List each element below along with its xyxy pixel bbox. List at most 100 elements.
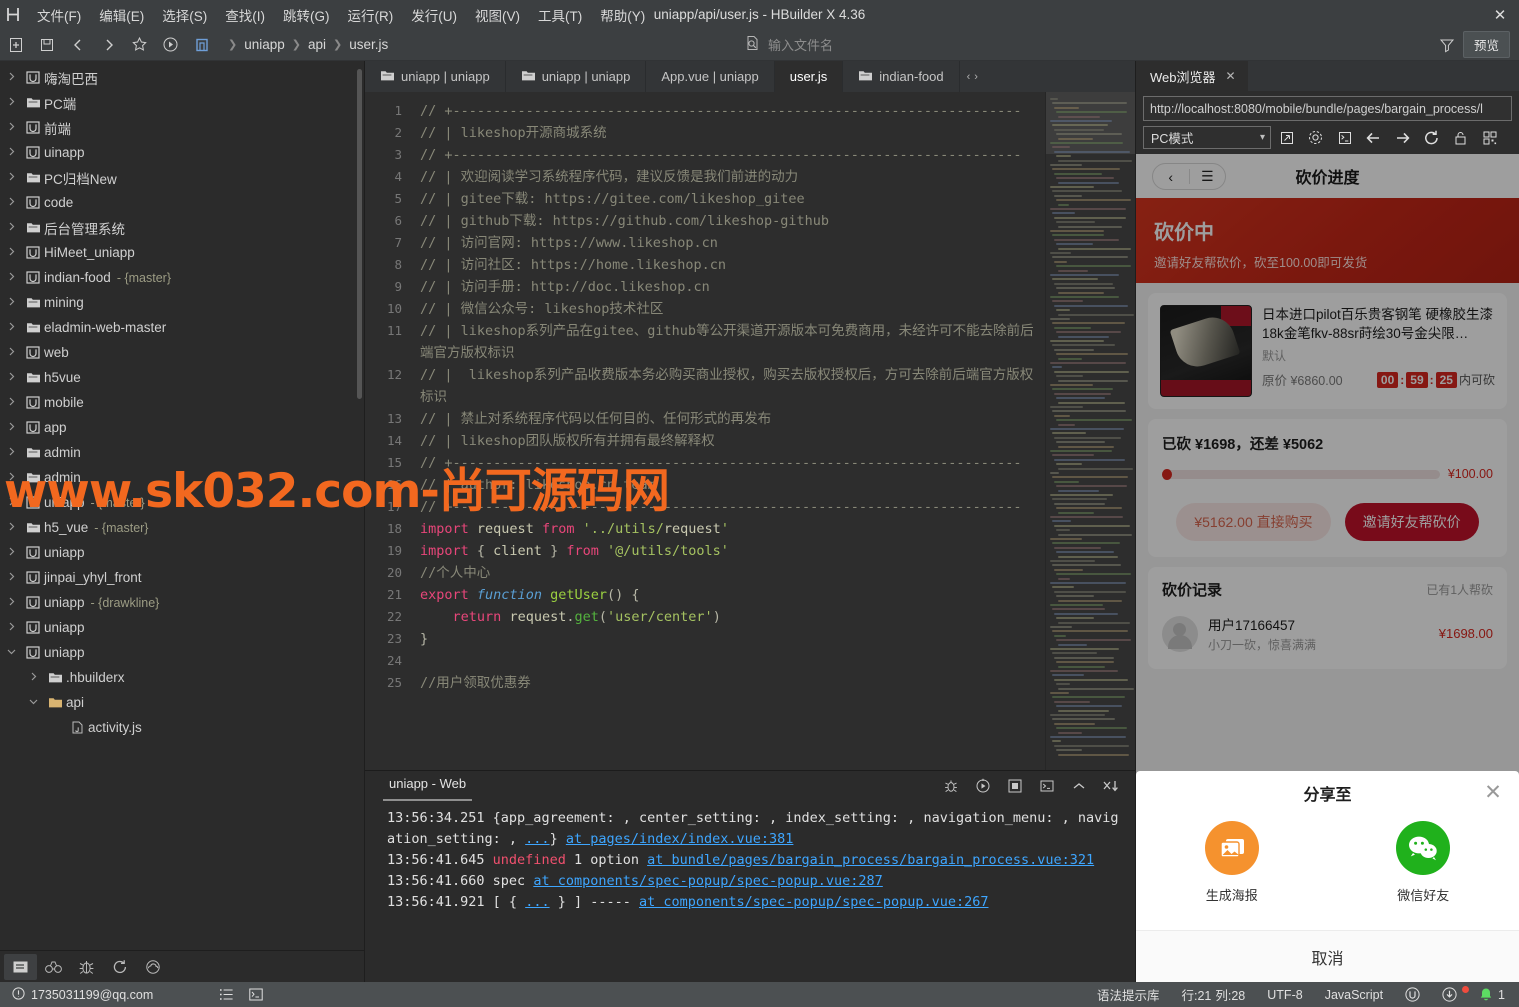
code-minimap[interactable] <box>1045 92 1135 770</box>
chevron-right-icon[interactable] <box>0 247 22 259</box>
tree-item[interactable]: eladmin-web-master <box>0 315 364 340</box>
tab-prev-icon[interactable]: ‹ <box>967 71 971 83</box>
menu-item-tools[interactable]: 工具(T) <box>529 1 591 29</box>
qrcode-icon[interactable] <box>1476 125 1503 150</box>
file-search[interactable]: 输入文件名 <box>745 31 1135 58</box>
bug-icon[interactable] <box>70 954 103 980</box>
minimap-viewport[interactable] <box>1046 92 1135 154</box>
save-icon[interactable] <box>31 30 62 60</box>
tree-item[interactable]: h5vue <box>0 365 364 390</box>
tree-item[interactable]: PC端 <box>0 90 364 115</box>
reload-icon[interactable] <box>1418 125 1445 150</box>
uni-icon[interactable] <box>1394 987 1431 1002</box>
language-mode[interactable]: JavaScript <box>1314 988 1394 1002</box>
chevron-right-icon[interactable] <box>0 597 22 609</box>
notification-bell[interactable]: 1 <box>1468 987 1509 1002</box>
editor-tab[interactable]: uniapp | uniapp <box>365 61 506 92</box>
run-icon[interactable] <box>155 30 186 60</box>
tree-item[interactable]: admin <box>0 440 364 465</box>
tree-item[interactable]: uniapp <box>0 640 364 665</box>
close-icon[interactable]: ✕ <box>1226 69 1236 83</box>
tab-scroll-controls[interactable]: ‹ › <box>960 61 985 92</box>
chevron-right-icon[interactable] <box>0 197 22 209</box>
console-link[interactable]: ... <box>525 894 549 910</box>
chevron-right-icon[interactable] <box>0 497 22 509</box>
back-icon[interactable] <box>62 30 93 60</box>
filter-icon[interactable] <box>1432 30 1463 60</box>
tree-item[interactable]: api <box>0 690 364 715</box>
tree-item[interactable]: admin <box>0 465 364 490</box>
clear-icon[interactable] <box>1097 773 1125 799</box>
breadcrumb-item-2[interactable]: user.js <box>349 37 388 52</box>
account-status[interactable]: 1735031199@qq.com <box>12 986 163 1003</box>
project-manager-icon[interactable] <box>4 953 37 980</box>
tree-item[interactable]: app <box>0 415 364 440</box>
forward-icon[interactable] <box>93 30 124 60</box>
share-option-poster[interactable]: 生成海报 <box>1136 821 1328 904</box>
code-editor[interactable]: 1 2 3 4 5 6 7 8 9 10 11 12 13 14 15 16 17 18 19 20 21 22 23 24 2… <box>365 92 1135 770</box>
collapse-icon[interactable] <box>1065 773 1093 799</box>
chevron-right-icon[interactable] <box>0 372 22 384</box>
editor-tab[interactable]: uniapp | uniapp <box>506 61 647 92</box>
sidebar-scrollbar[interactable] <box>357 69 362 399</box>
chevron-right-icon[interactable] <box>0 522 22 534</box>
close-button[interactable]: ✕ <box>1481 0 1519 29</box>
back-icon[interactable] <box>1360 125 1387 150</box>
mobile-preview[interactable]: ‹ ☰ 砍价进度 砍价中 邀请好友帮砍价，砍至100.00即可发货 日本进口pi… <box>1136 154 1519 982</box>
menu-bar[interactable]: 文件(F) 编辑(E) 选择(S) 查找(I) 跳转(G) 运行(R) 发行(U… <box>28 1 654 29</box>
tree-item[interactable]: uniapp <box>0 540 364 565</box>
console-link[interactable]: ... <box>525 831 549 847</box>
menu-item-publish[interactable]: 发行(U) <box>402 1 466 29</box>
browser-tab[interactable]: Web浏览器 ✕ <box>1136 61 1248 91</box>
console-icon[interactable] <box>1331 125 1358 150</box>
share-option-wechat[interactable]: 微信好友 <box>1328 821 1519 904</box>
open-external-icon[interactable] <box>1273 125 1300 150</box>
menu-item-edit[interactable]: 编辑(E) <box>90 1 153 29</box>
bug-icon[interactable] <box>937 773 965 799</box>
tree-item[interactable]: web <box>0 340 364 365</box>
cursor-column[interactable]: 列:28 <box>1213 985 1256 1004</box>
url-input[interactable]: http://localhost:8080/mobile/bundle/page… <box>1143 96 1512 121</box>
chevron-right-icon[interactable] <box>0 397 22 409</box>
tree-item[interactable]: .hbuilderx <box>0 665 364 690</box>
console-toolbar[interactable] <box>937 773 1125 799</box>
menu-item-select[interactable]: 选择(S) <box>153 1 216 29</box>
tree-item[interactable]: uniapp - {drawkline} <box>0 590 364 615</box>
chevron-right-icon[interactable] <box>0 172 22 184</box>
menu-item-view[interactable]: 视图(V) <box>466 1 529 29</box>
outline-icon[interactable] <box>211 982 241 1007</box>
tree-item[interactable]: mining <box>0 290 364 315</box>
code-content[interactable]: // +------------------------------------… <box>410 92 1045 770</box>
tree-item[interactable]: mobile <box>0 390 364 415</box>
favorite-star-icon[interactable] <box>124 30 155 60</box>
settings-icon[interactable] <box>1302 125 1329 150</box>
terminal-icon[interactable] <box>1033 773 1061 799</box>
tab-next-icon[interactable]: › <box>974 71 978 83</box>
console-link[interactable]: at bundle/pages/bargain_process/bargain_… <box>647 852 1094 868</box>
forward-icon[interactable] <box>1389 125 1416 150</box>
tree-item[interactable]: uinapp <box>0 140 364 165</box>
tree-item[interactable]: 后台管理系统 <box>0 215 364 240</box>
chevron-right-icon[interactable] <box>0 622 22 634</box>
chevron-right-icon[interactable] <box>0 72 22 84</box>
browser-tab-bar[interactable]: Web浏览器 ✕ <box>1136 61 1519 91</box>
console-tabs[interactable]: uniapp - Web <box>365 771 1135 803</box>
project-tree[interactable]: 嗨淘巴西 PC端 前端 uinapp PC归档New code 后台管理系统 HiMeet_u… <box>0 61 364 740</box>
chevron-right-icon[interactable] <box>0 347 22 359</box>
editor-tab[interactable]: user.js <box>774 61 844 92</box>
chevron-down-icon[interactable] <box>0 647 22 659</box>
menu-item-goto[interactable]: 跳转(G) <box>274 1 339 29</box>
console-link[interactable]: at components/spec-popup/spec-popup.vue:… <box>639 894 989 910</box>
chevron-right-icon[interactable] <box>0 472 22 484</box>
tree-item[interactable]: uniapp - {master} <box>0 490 364 515</box>
tree-item[interactable]: HiMeet_uniapp <box>0 240 364 265</box>
editor-tab[interactable]: App.vue | uniapp <box>646 61 775 92</box>
cursor-line[interactable]: 行:21 <box>1170 985 1213 1004</box>
new-file-icon[interactable] <box>0 30 31 60</box>
tree-item[interactable]: activity.js <box>0 715 364 740</box>
breadcrumb-item-1[interactable]: api <box>308 37 326 52</box>
chevron-right-icon[interactable] <box>0 322 22 334</box>
tree-item[interactable]: uniapp <box>0 615 364 640</box>
console-tab-uniapp-web[interactable]: uniapp - Web <box>383 773 473 801</box>
close-icon[interactable]: ✕ <box>1481 780 1505 804</box>
